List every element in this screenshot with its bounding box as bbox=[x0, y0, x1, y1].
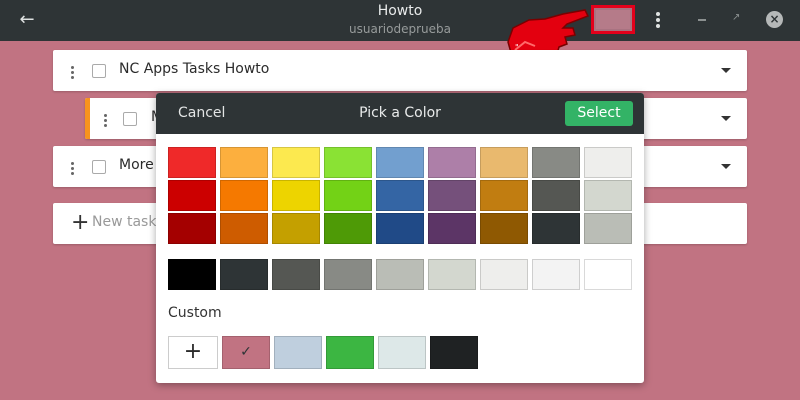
color-swatch[interactable] bbox=[584, 213, 632, 244]
custom-color-swatch[interactable] bbox=[274, 336, 322, 369]
color-swatch[interactable] bbox=[480, 259, 528, 290]
task-checkbox[interactable] bbox=[92, 160, 106, 174]
color-swatch[interactable] bbox=[428, 180, 476, 211]
custom-color-swatch[interactable]: ✓ bbox=[222, 336, 270, 369]
color-swatch[interactable] bbox=[532, 180, 580, 211]
checkmark-icon: ✓ bbox=[240, 344, 252, 360]
color-swatch[interactable] bbox=[532, 259, 580, 290]
chevron-down-icon[interactable] bbox=[721, 68, 731, 73]
color-swatch[interactable] bbox=[272, 213, 320, 244]
color-swatch[interactable] bbox=[324, 147, 372, 178]
color-swatch[interactable] bbox=[428, 147, 476, 178]
drag-handle-icon[interactable] bbox=[71, 66, 75, 80]
color-swatch[interactable] bbox=[324, 259, 372, 290]
color-swatch[interactable] bbox=[532, 147, 580, 178]
color-swatch[interactable] bbox=[584, 180, 632, 211]
task-label: More bbox=[119, 157, 154, 173]
color-swatch[interactable] bbox=[272, 259, 320, 290]
task-checkbox[interactable] bbox=[92, 64, 106, 78]
window-title: Howto bbox=[377, 3, 423, 19]
color-swatch[interactable] bbox=[584, 259, 632, 290]
window-subtitle: usuariodeprueba bbox=[349, 22, 451, 36]
color-swatch[interactable] bbox=[376, 180, 424, 211]
drag-handle-icon[interactable] bbox=[104, 114, 108, 128]
chevron-down-icon[interactable] bbox=[721, 164, 731, 169]
color-swatch[interactable] bbox=[480, 147, 528, 178]
color-swatch[interactable] bbox=[220, 147, 268, 178]
color-picker-dialog: Cancel Pick a Color Select Custom + ✓ bbox=[156, 93, 644, 383]
color-swatch[interactable] bbox=[272, 180, 320, 211]
task-row[interactable]: NC Apps Tasks Howto bbox=[53, 50, 747, 91]
minimize-icon[interactable] bbox=[698, 19, 706, 21]
dialog-header: Cancel Pick a Color Select bbox=[156, 93, 644, 134]
color-swatch[interactable] bbox=[220, 213, 268, 244]
plus-icon: + bbox=[71, 210, 90, 235]
task-label: NC Apps Tasks Howto bbox=[119, 61, 270, 77]
color-swatch[interactable] bbox=[532, 213, 580, 244]
header-bar: ← Howto usuariodeprueba ↗ × bbox=[0, 0, 800, 41]
color-swatch[interactable] bbox=[480, 180, 528, 211]
color-swatch[interactable] bbox=[428, 213, 476, 244]
custom-color-swatch[interactable] bbox=[378, 336, 426, 369]
drag-handle-icon[interactable] bbox=[71, 162, 75, 176]
select-button[interactable]: Select bbox=[565, 101, 633, 126]
color-swatch[interactable] bbox=[168, 259, 216, 290]
color-swatch[interactable] bbox=[480, 213, 528, 244]
new-task-placeholder: New task bbox=[92, 214, 157, 230]
custom-color-swatch[interactable] bbox=[326, 336, 374, 369]
custom-color-swatch[interactable] bbox=[430, 336, 478, 369]
color-swatch[interactable] bbox=[272, 147, 320, 178]
color-swatch[interactable] bbox=[584, 147, 632, 178]
custom-section-label: Custom bbox=[168, 305, 222, 321]
task-checkbox[interactable] bbox=[123, 112, 137, 126]
color-swatch[interactable] bbox=[220, 259, 268, 290]
color-swatch[interactable] bbox=[168, 180, 216, 211]
color-swatch[interactable] bbox=[428, 259, 476, 290]
color-swatch[interactable] bbox=[324, 213, 372, 244]
color-swatch[interactable] bbox=[168, 213, 216, 244]
color-swatch[interactable] bbox=[324, 180, 372, 211]
kebab-menu-icon[interactable] bbox=[650, 10, 666, 30]
close-icon[interactable]: × bbox=[766, 11, 783, 28]
calendar-color-button[interactable] bbox=[591, 5, 635, 34]
color-swatch[interactable] bbox=[168, 147, 216, 178]
color-swatch[interactable] bbox=[376, 259, 424, 290]
priority-indicator bbox=[85, 98, 90, 139]
color-swatch[interactable] bbox=[376, 213, 424, 244]
maximize-icon[interactable]: ↗ bbox=[732, 13, 742, 23]
color-swatch[interactable] bbox=[220, 180, 268, 211]
current-color-swatch bbox=[596, 10, 630, 29]
add-custom-color-button[interactable]: + bbox=[168, 336, 218, 369]
color-swatch[interactable] bbox=[376, 147, 424, 178]
chevron-down-icon[interactable] bbox=[721, 116, 731, 121]
